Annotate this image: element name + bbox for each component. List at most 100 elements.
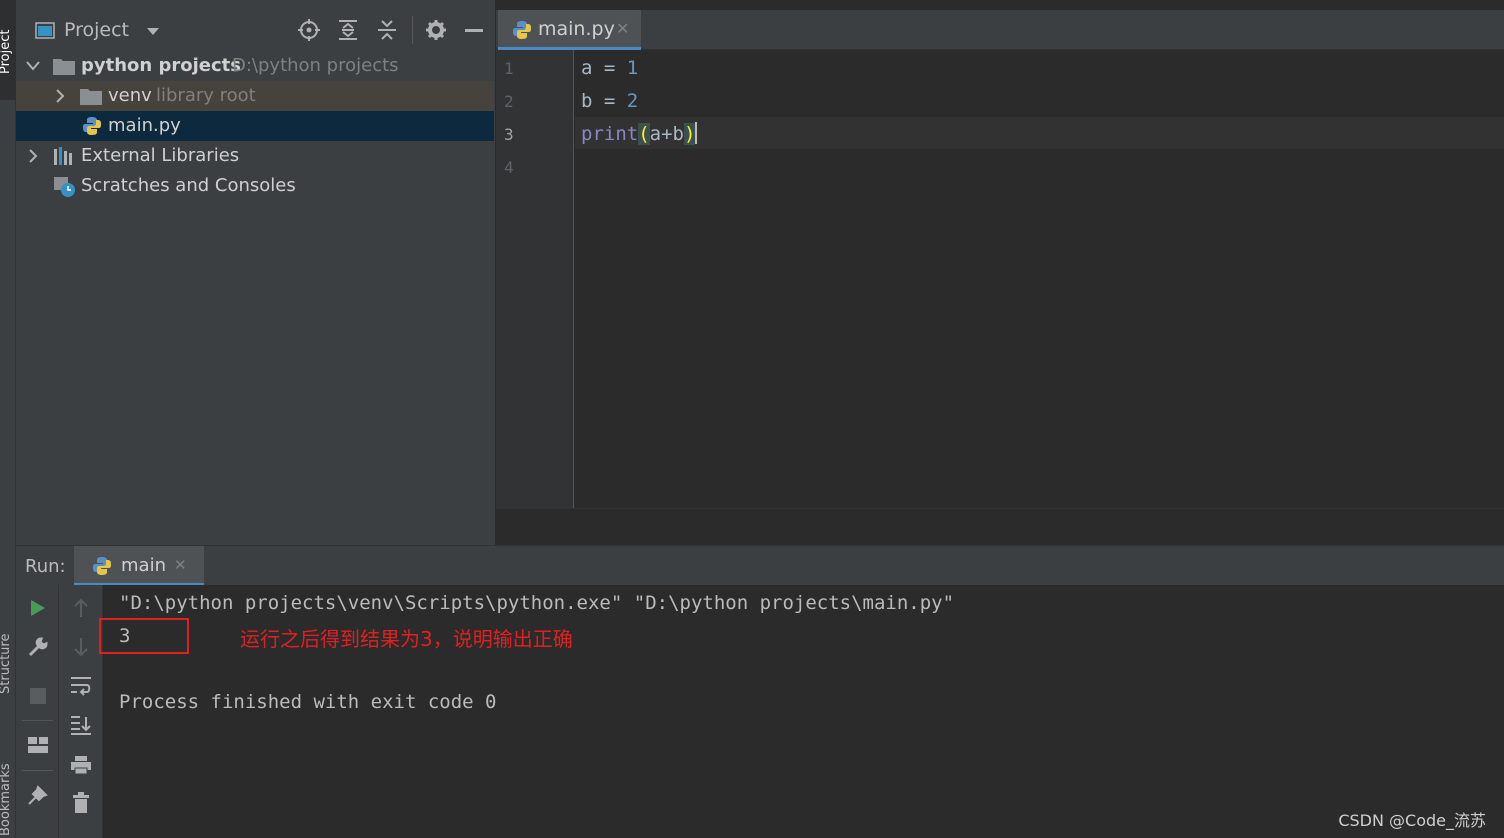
up-stack-button[interactable] [59, 593, 102, 623]
soft-wrap-icon [70, 677, 91, 696]
arrow-up-icon [73, 598, 88, 617]
code-line-2[interactable]: b = 2 [581, 90, 638, 112]
editor-tab-main-py[interactable]: main.py ✕ [498, 10, 641, 50]
toolbar-divider [412, 16, 413, 44]
stop-button[interactable] [16, 681, 59, 711]
tree-item-label: main.py [108, 115, 181, 136]
code-token-bracket: ) [683, 123, 696, 145]
project-view-selector[interactable]: Project [64, 19, 129, 41]
gear-icon[interactable] [425, 19, 447, 41]
down-stack-button[interactable] [59, 632, 102, 662]
pin-tab-button[interactable] [16, 780, 59, 810]
toolbar-divider [22, 770, 53, 771]
folder-icon [53, 59, 75, 75]
tree-item-scratches[interactable]: Scratches and Consoles [16, 171, 494, 201]
code-token-variable: b [581, 90, 593, 112]
output-highlight-box [99, 618, 189, 654]
code-token-number: 1 [626, 57, 639, 79]
hide-panel-icon[interactable] [465, 29, 483, 32]
editor-tab-label: main.py [538, 18, 615, 40]
library-icon [54, 147, 72, 165]
code-token-operator: = [592, 90, 627, 112]
close-tab-icon[interactable]: ✕ [174, 556, 187, 574]
layout-icon [27, 737, 48, 753]
bookmarks-tool-tab-label[interactable]: Bookmarks [0, 763, 13, 836]
python-file-icon [513, 21, 531, 39]
scratches-icon [54, 177, 75, 197]
watermark: CSDN @Code_流苏 [1338, 811, 1486, 830]
rerun-button[interactable] [16, 593, 59, 623]
editor-tab-bar: main.py ✕ [496, 10, 1504, 50]
console-command-line: "D:\python projects\venv\Scripts\python.… [119, 592, 955, 614]
console-finish-line: Process finished with exit code 0 [119, 691, 497, 713]
left-tool-stripe: Project Structure Bookmarks [0, 0, 16, 838]
run-tab-main[interactable]: main ✕ [74, 546, 204, 586]
tree-item-external-libraries[interactable]: External Libraries [16, 141, 494, 171]
project-panel: Project python projects D:\python projec… [16, 0, 496, 545]
run-panel-header: Run: main ✕ [16, 545, 1504, 586]
restore-layout-button[interactable] [16, 730, 59, 760]
play-icon [30, 600, 45, 616]
code-token-args: a+b [649, 123, 684, 145]
code-line-1[interactable]: a = 1 [581, 57, 638, 79]
run-tab-label: main [121, 555, 166, 576]
line-number: 2 [504, 92, 514, 111]
run-toolbar-primary [16, 585, 59, 838]
tree-item-path: D:\python projects [232, 55, 399, 76]
line-number: 1 [504, 59, 514, 78]
soft-wrap-button[interactable] [59, 671, 102, 701]
chevron-down-icon[interactable] [146, 27, 160, 36]
line-number-current: 3 [504, 125, 514, 144]
tree-item-note: library root [156, 85, 256, 106]
edit-configuration-button[interactable] [16, 632, 59, 662]
tree-item-main-py[interactable]: main.py [16, 111, 494, 141]
trash-icon [72, 792, 89, 813]
print-button[interactable] [59, 750, 102, 780]
scroll-to-end-icon [70, 716, 91, 735]
clear-all-button[interactable] [59, 788, 102, 818]
project-panel-header: Project [16, 10, 496, 50]
expand-all-icon[interactable] [338, 19, 358, 41]
tree-item-venv[interactable]: venv library root [16, 81, 494, 111]
editor-area: main.py ✕ 1 2 3 4 a = 1 b = 2 print(a+b) [496, 0, 1504, 545]
chevron-right-icon[interactable] [28, 149, 38, 163]
text-caret [695, 122, 698, 144]
chevron-right-icon[interactable] [55, 89, 65, 103]
code-token-variable: a [581, 57, 593, 79]
run-toolbar-secondary [59, 585, 103, 838]
code-token-number: 2 [626, 90, 639, 112]
line-number: 4 [504, 158, 514, 177]
tree-item-label: venv [108, 85, 152, 106]
close-tab-icon[interactable]: ✕ [616, 19, 629, 38]
chevron-down-icon[interactable] [26, 60, 40, 72]
editor-bottom-area [496, 508, 1504, 545]
code-token-operator: = [592, 57, 627, 79]
project-tool-tab-label[interactable]: Project [0, 30, 13, 74]
run-label: Run: [25, 556, 66, 577]
wrench-icon [28, 637, 48, 657]
collapse-all-icon[interactable] [377, 19, 397, 41]
python-file-icon [83, 117, 101, 135]
tree-item-label: python projects [81, 55, 241, 76]
tree-item-label: Scratches and Consoles [81, 175, 296, 196]
tree-item-python-projects[interactable]: python projects D:\python projects [16, 51, 494, 81]
folder-icon [80, 89, 102, 105]
toolbar-divider [22, 720, 53, 721]
project-window-icon [35, 22, 55, 39]
printer-icon [70, 756, 91, 775]
code-line-3[interactable]: print(a+b) [581, 122, 698, 145]
locate-file-icon[interactable] [298, 19, 320, 41]
code-token-builtin: print [581, 123, 639, 145]
tree-item-label: External Libraries [81, 145, 240, 166]
stop-icon [29, 688, 46, 704]
code-token-bracket: ( [638, 123, 650, 145]
pin-icon [27, 785, 48, 805]
run-console[interactable]: "D:\python projects\venv\Scripts\python.… [99, 585, 1504, 838]
structure-tool-tab-label[interactable]: Structure [0, 634, 13, 694]
python-icon [93, 557, 111, 575]
current-line-highlight [575, 117, 1504, 149]
scroll-to-end-button[interactable] [59, 710, 102, 740]
editor-gutter: 1 2 3 4 [496, 50, 574, 508]
annotation-text: 运行之后得到结果为3，说明输出正确 [240, 627, 573, 651]
arrow-down-icon [73, 638, 88, 657]
